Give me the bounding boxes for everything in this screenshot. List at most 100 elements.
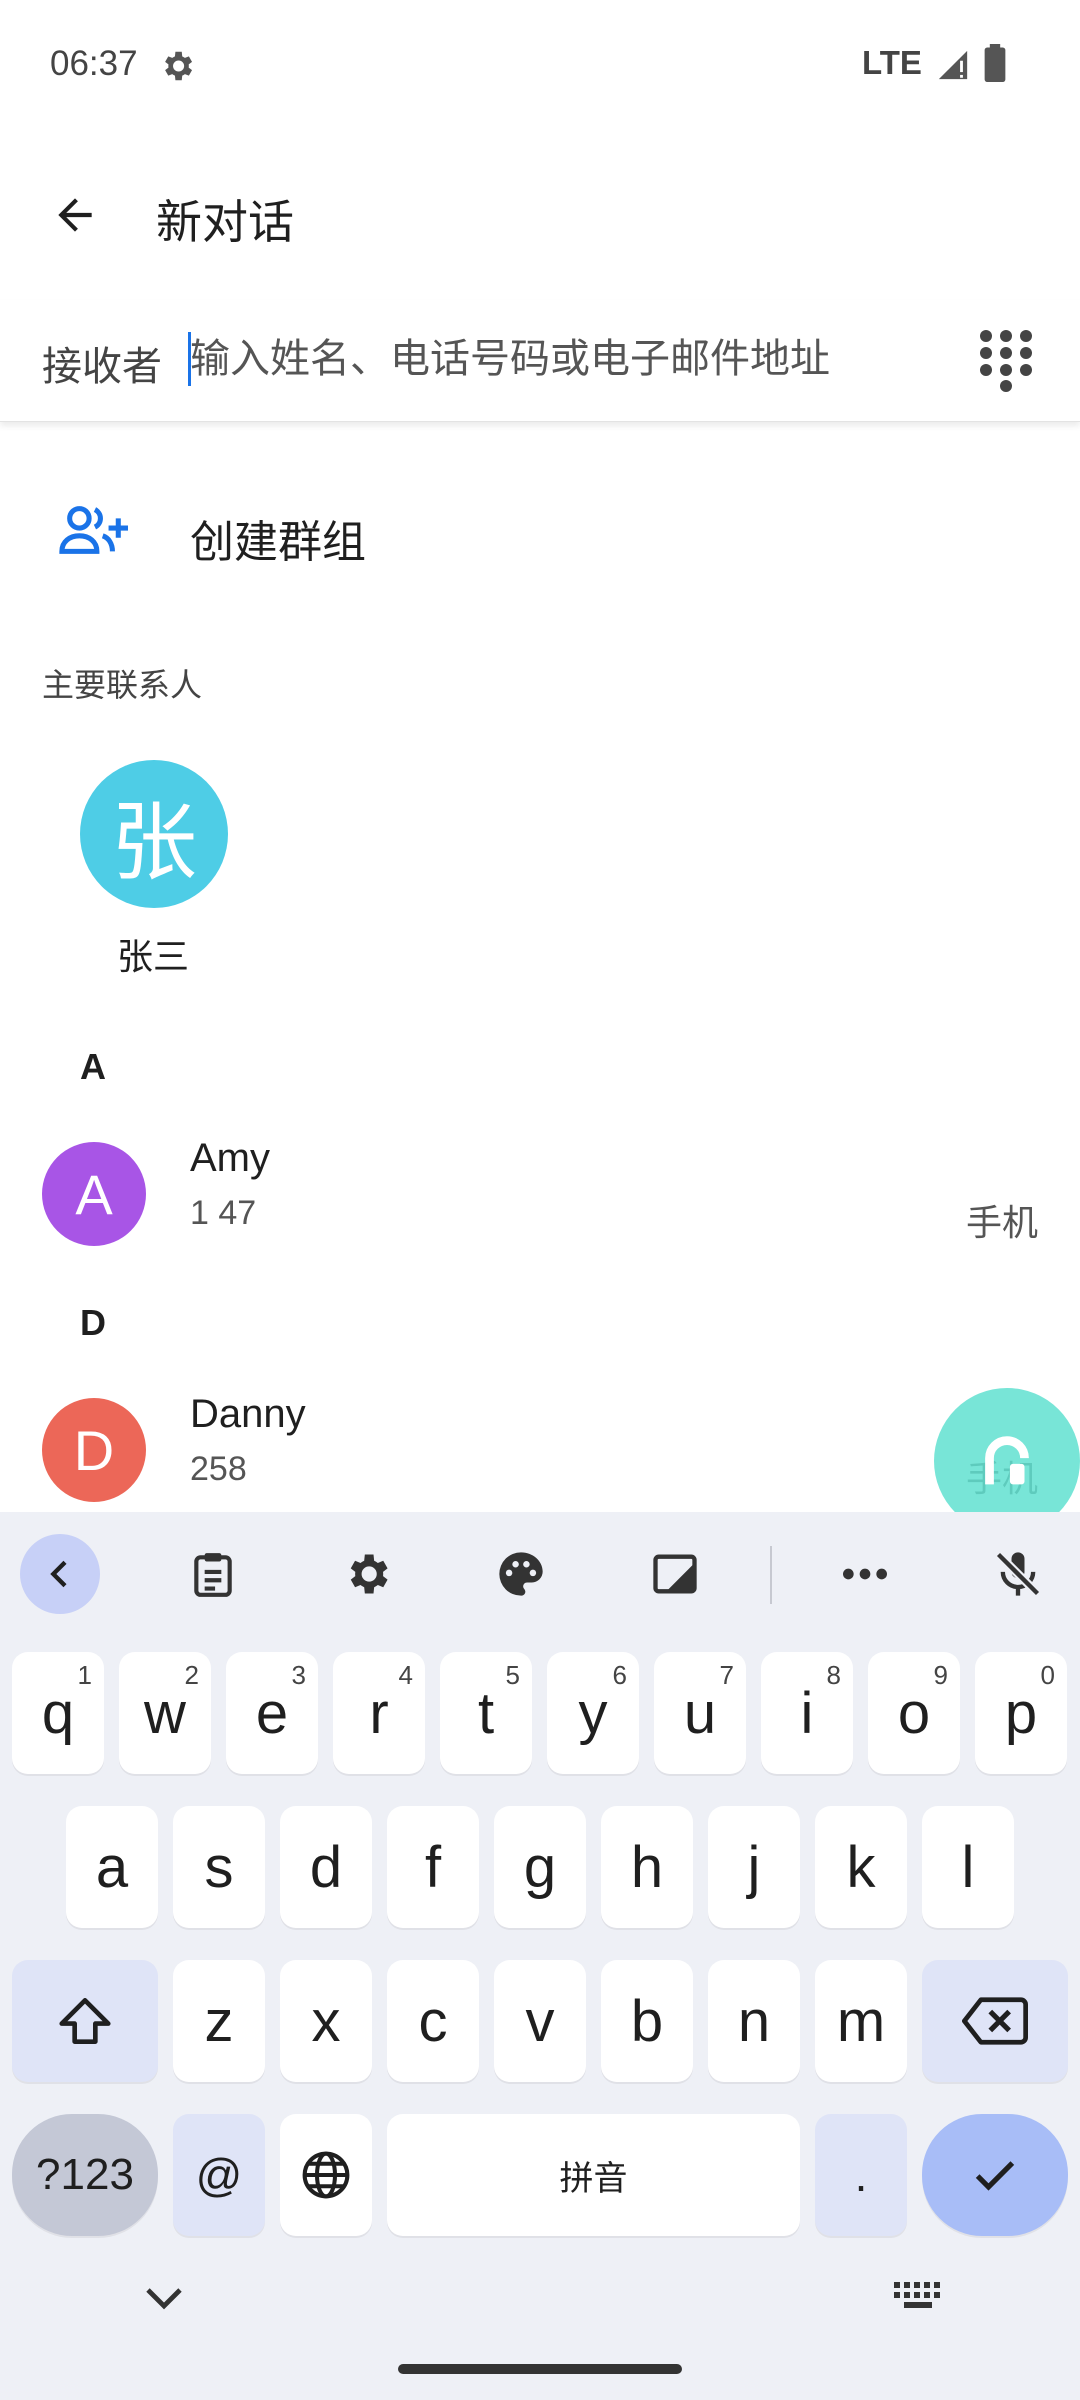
chevron-left-icon — [50, 1560, 67, 1588]
contact-name: Danny — [190, 1392, 306, 1436]
key-q[interactable]: q1 — [12, 1652, 104, 1774]
crop-icon — [653, 1554, 697, 1594]
chevron-down-icon[interactable] — [140, 2278, 188, 2318]
key-hint: 5 — [505, 1660, 520, 1690]
avatar: D — [42, 1398, 146, 1502]
key-e[interactable]: e3 — [226, 1652, 318, 1774]
create-group-label: 创建群组 — [190, 518, 366, 567]
recipient-input[interactable] — [190, 324, 930, 394]
key-h[interactable]: h — [601, 1806, 693, 1928]
backspace-key[interactable] — [922, 1960, 1068, 2082]
avatar: 张 — [80, 760, 228, 908]
at-key[interactable]: @ — [173, 2114, 265, 2236]
key-k[interactable]: k — [815, 1806, 907, 1928]
key-r[interactable]: r4 — [333, 1652, 425, 1774]
contact-name: 张三 — [116, 936, 189, 977]
app-bar: 新对话 — [0, 150, 1080, 280]
key-l[interactable]: l — [922, 1806, 1014, 1928]
key-z[interactable]: z — [173, 1960, 265, 2082]
key-s[interactable]: s — [173, 1806, 265, 1928]
mic-off-icon — [995, 1551, 1041, 1597]
network-label: LTE — [862, 44, 922, 81]
key-label: i — [800, 1680, 814, 1746]
symbols-key[interactable]: ?123 — [12, 2114, 158, 2236]
key-label: r — [369, 1680, 389, 1746]
key-label: o — [897, 1680, 931, 1746]
one-handed-button[interactable] — [635, 1534, 715, 1614]
key-hint: 8 — [826, 1660, 841, 1690]
signal-icon — [938, 50, 968, 80]
dialpad-icon — [980, 330, 1032, 392]
key-g[interactable]: g — [494, 1806, 586, 1928]
key-p[interactable]: p0 — [975, 1652, 1067, 1774]
key-hint: 4 — [398, 1660, 413, 1690]
key-j[interactable]: j — [708, 1806, 800, 1928]
key-t[interactable]: t5 — [440, 1652, 532, 1774]
key-b[interactable]: b — [601, 1960, 693, 2082]
key-d[interactable]: d — [280, 1806, 372, 1928]
enter-key[interactable] — [922, 2114, 1068, 2236]
theme-button[interactable] — [481, 1534, 561, 1614]
key-label: t — [477, 1680, 495, 1746]
key-x[interactable]: x — [280, 1960, 372, 2082]
arrow-back-icon — [58, 198, 92, 232]
key-y[interactable]: y6 — [547, 1652, 639, 1774]
avatar: A — [42, 1142, 146, 1246]
key-v[interactable]: v — [494, 1960, 586, 2082]
contact-number: 1 47 — [190, 1194, 257, 1232]
battery-icon — [984, 44, 1006, 82]
globe-icon — [302, 2151, 350, 2199]
add-group-icon — [59, 506, 128, 554]
top-contacts-heading: 主要联系人 — [42, 667, 203, 703]
fab-icon — [985, 1436, 1029, 1485]
list-item[interactable]: D Danny 258 手机 — [0, 1386, 1080, 1516]
key-m[interactable]: m — [815, 1960, 907, 2082]
key-hint: 7 — [719, 1660, 734, 1690]
contact-name: Amy — [190, 1136, 270, 1180]
key-label: e — [255, 1680, 289, 1746]
palette-icon — [499, 1552, 543, 1596]
key-hint: 0 — [1040, 1660, 1055, 1690]
recipient-label: 接收者 — [42, 345, 162, 389]
checkmark-icon — [975, 2161, 1015, 2191]
voice-input-button[interactable] — [978, 1534, 1058, 1614]
dialpad-button[interactable] — [976, 326, 1036, 392]
key-hint: 6 — [612, 1660, 627, 1690]
toolbar-collapse-button[interactable] — [20, 1534, 100, 1614]
key-hint: 9 — [933, 1660, 948, 1690]
list-item[interactable]: A Amy 1 47 手机 — [0, 1130, 1080, 1260]
section-letter: D — [80, 1302, 106, 1343]
key-hint: 3 — [291, 1660, 306, 1690]
space-key[interactable]: 拼音 — [387, 2114, 800, 2236]
key-label: u — [683, 1680, 717, 1746]
clipboard-icon — [194, 1553, 232, 1597]
section-letter: A — [80, 1046, 106, 1087]
more-icon — [843, 1568, 887, 1580]
clipboard-button[interactable] — [173, 1534, 253, 1614]
key-n[interactable]: n — [708, 1960, 800, 2082]
keyboard-icon[interactable] — [892, 2276, 944, 2316]
key-f[interactable]: f — [387, 1806, 479, 1928]
create-group-button[interactable]: 创建群组 — [0, 470, 1080, 594]
shift-key[interactable] — [12, 1960, 158, 2082]
top-contact-item[interactable]: 张 张三 — [60, 740, 246, 980]
key-u[interactable]: u7 — [654, 1652, 746, 1774]
key-i[interactable]: i8 — [761, 1652, 853, 1774]
key-w[interactable]: w2 — [119, 1652, 211, 1774]
settings-icon — [350, 1554, 388, 1594]
page-title: 新对话 — [156, 196, 294, 248]
keyboard-settings-button[interactable] — [327, 1534, 407, 1614]
key-o[interactable]: o9 — [868, 1652, 960, 1774]
home-indicator[interactable] — [398, 2364, 682, 2374]
period-key[interactable]: . — [815, 2114, 907, 2236]
settings-icon — [165, 51, 193, 81]
keyboard-toolbar — [0, 1512, 1080, 1636]
back-button[interactable] — [40, 180, 110, 250]
more-button[interactable] — [825, 1534, 905, 1614]
status-bar: 06:37 LTE — [0, 0, 1080, 130]
key-hint: 2 — [184, 1660, 199, 1690]
key-c[interactable]: c — [387, 1960, 479, 2082]
key-a[interactable]: a — [66, 1806, 158, 1928]
language-key[interactable] — [280, 2114, 372, 2236]
navigation-bar — [0, 2258, 1080, 2400]
